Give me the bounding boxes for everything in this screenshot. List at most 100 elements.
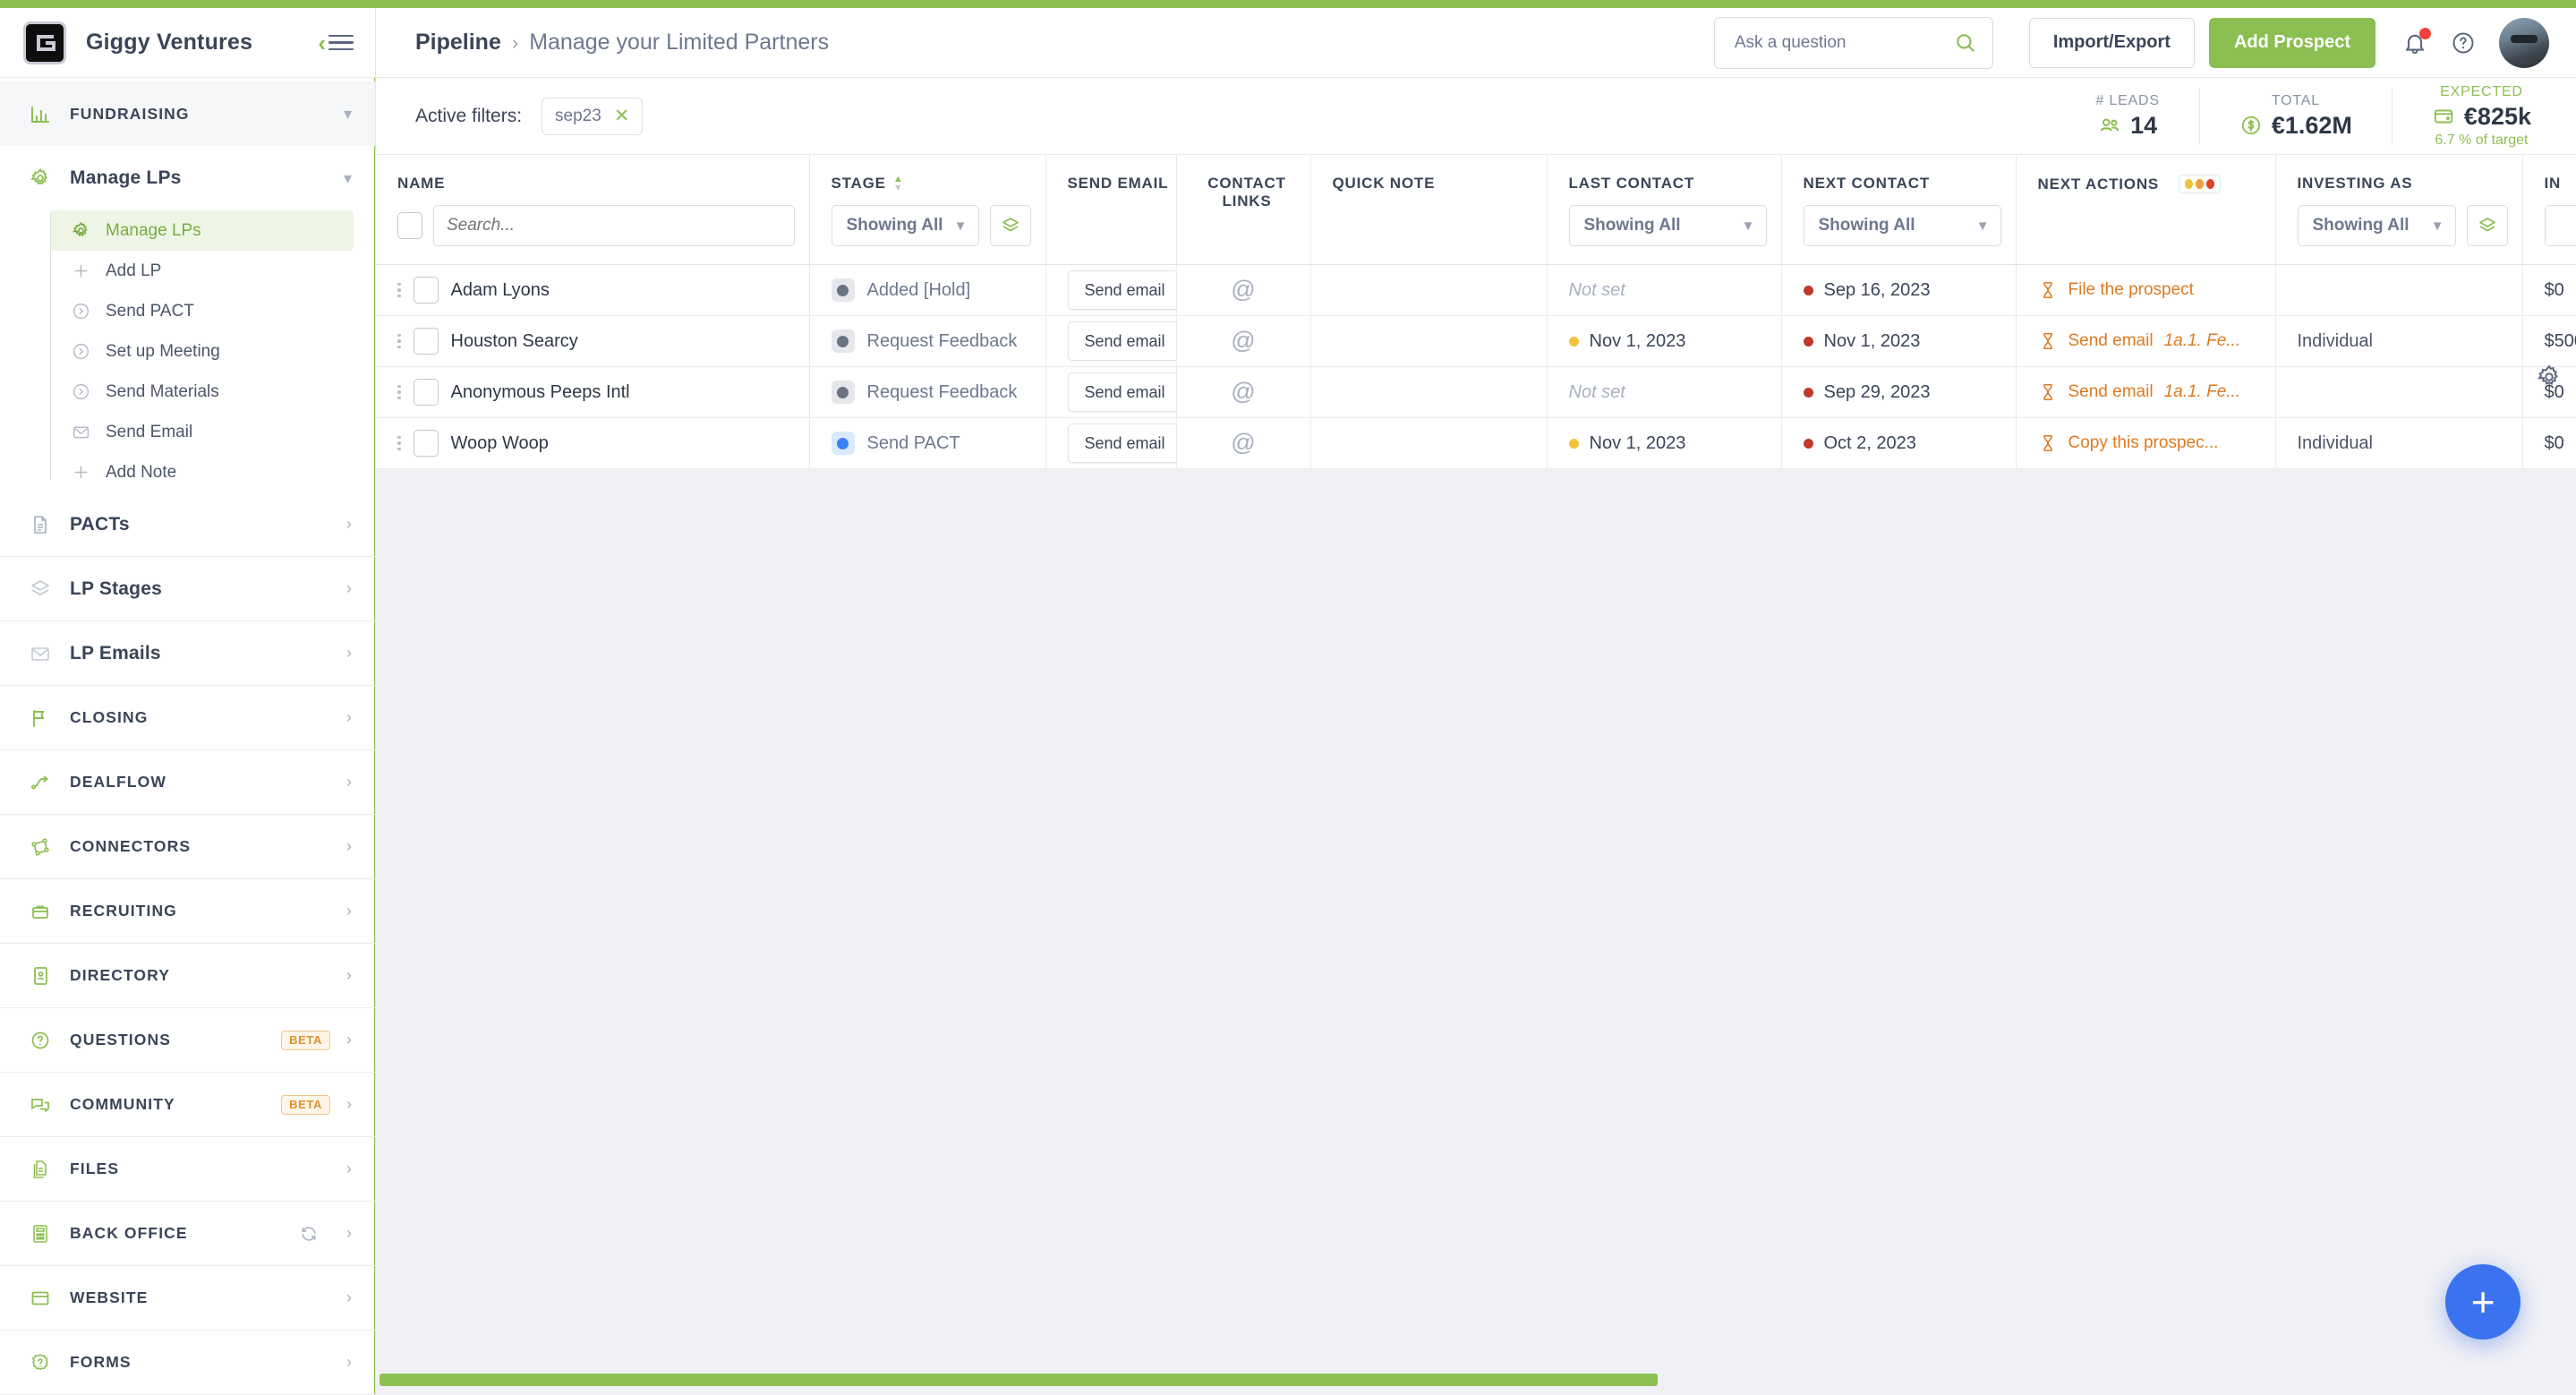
sidebar-item-recruiting[interactable]: RECRUITING › (0, 879, 375, 944)
cell-quick-note[interactable] (1310, 366, 1548, 418)
sidebar-subitem-add-lp[interactable]: Add LP (50, 251, 354, 291)
cell-last-contact[interactable]: Nov 1, 2023 (1547, 315, 1782, 367)
name-search-input[interactable] (433, 205, 795, 246)
sidebar-subitem-send-materials[interactable]: Send Materials (50, 372, 354, 412)
investing-as-layers-button[interactable] (2466, 205, 2508, 246)
sidebar-subitem-manage-lps[interactable]: Manage LPs (50, 210, 354, 251)
sidebar-scroll-area[interactable]: FUNDRAISING ▾ Manage LPs ▾ Manage LPs Ad… (0, 78, 375, 1395)
prospects-table-wrap[interactable]: NAME STAGE ▲▼ (376, 155, 2576, 1395)
cell-send-email[interactable]: Send email (1045, 264, 1177, 316)
investing-as-filter-select[interactable]: Showing All ▼ (2297, 205, 2456, 246)
cell-next-contact[interactable]: Sep 16, 2023 (1781, 264, 2017, 316)
cell-name[interactable]: Houston Searcy (376, 315, 810, 367)
cell-investing-as[interactable] (2275, 264, 2523, 316)
add-floating-action-button[interactable]: + (2445, 1264, 2521, 1339)
cell-next-actions[interactable]: Copy this prospec... (2016, 417, 2276, 469)
stage-filter-select[interactable]: Showing All ▼ (831, 205, 979, 246)
cell-investing-as[interactable]: Individual (2275, 417, 2523, 469)
sidebar-item-fundraising[interactable]: FUNDRAISING ▾ (0, 81, 375, 146)
search-input[interactable] (1734, 32, 1954, 53)
sidebar-subitem-send-pact[interactable]: Send PACT (50, 291, 354, 331)
table-settings-gear-icon[interactable] (2531, 359, 2567, 395)
at-icon[interactable]: @ (1231, 429, 1255, 456)
row-drag-handle-icon[interactable] (397, 384, 401, 400)
table-row[interactable]: Anonymous Peeps Intl Request Feedback Se… (376, 366, 2576, 418)
at-icon[interactable]: @ (1231, 378, 1255, 405)
sidebar-subitem-send-email[interactable]: Send Email (50, 412, 354, 452)
cell-investing-as[interactable] (2275, 366, 2523, 418)
invested-filter-select[interactable] (2544, 205, 2576, 246)
cell-name[interactable]: Woop Woop (376, 417, 810, 469)
at-icon[interactable]: @ (1231, 276, 1255, 303)
cell-quick-note[interactable] (1310, 315, 1548, 367)
table-row[interactable]: Adam Lyons Added [Hold] Send email @ Not… (376, 264, 2576, 316)
at-icon[interactable]: @ (1231, 327, 1255, 354)
row-drag-handle-icon[interactable] (397, 435, 401, 451)
cell-stage[interactable]: Added [Hold] (809, 264, 1046, 316)
sidebar-item-closing[interactable]: CLOSING › (0, 686, 375, 750)
cell-contact-links[interactable]: @ (1176, 315, 1311, 367)
cell-investing-as[interactable]: Individual (2275, 315, 2523, 367)
cell-name[interactable]: Anonymous Peeps Intl (376, 366, 810, 418)
bell-icon[interactable] (2402, 27, 2431, 56)
select-all-checkbox[interactable] (397, 212, 422, 239)
sidebar-item-pacts[interactable]: PACTs › (0, 492, 375, 557)
sidebar-item-questions[interactable]: QUESTIONS BETA › (0, 1008, 375, 1073)
avatar[interactable] (2499, 17, 2549, 68)
cell-send-email[interactable]: Send email (1045, 366, 1177, 418)
cell-stage[interactable]: Request Feedback (809, 315, 1046, 367)
cell-stage[interactable]: Send PACT (809, 417, 1046, 469)
sidebar-item-manage-lps[interactable]: Manage LPs ▾ (0, 146, 375, 210)
cell-send-email[interactable]: Send email (1045, 417, 1177, 469)
row-checkbox[interactable] (413, 277, 439, 304)
sidebar-item-files[interactable]: FILES › (0, 1137, 375, 1202)
sidebar-item-directory[interactable]: DIRECTORY › (0, 944, 375, 1008)
send-email-button[interactable]: Send email (1067, 270, 1175, 310)
sidebar-item-forms[interactable]: FORMS › (0, 1331, 375, 1395)
sidebar-subitem-add-note[interactable]: Add Note (50, 452, 354, 492)
cell-next-contact[interactable]: Oct 2, 2023 (1781, 417, 2017, 469)
send-email-button[interactable]: Send email (1067, 372, 1175, 412)
cell-stage[interactable]: Request Feedback (809, 366, 1046, 418)
row-checkbox[interactable] (413, 379, 439, 406)
cell-name[interactable]: Adam Lyons (376, 264, 810, 316)
next-contact-filter-select[interactable]: Showing All ▼ (1803, 205, 2001, 246)
close-icon[interactable]: ✕ (614, 107, 630, 125)
sidebar-collapse-button[interactable]: ‹ (318, 31, 354, 55)
cell-next-actions[interactable]: Send email 1a.1. Fe... (2016, 315, 2276, 367)
sidebar-item-dealflow[interactable]: DEALFLOW › (0, 750, 375, 815)
import-export-button[interactable]: Import/Export (2028, 17, 2195, 68)
send-email-button[interactable]: Send email (1067, 321, 1175, 361)
cell-next-contact[interactable]: Nov 1, 2023 (1781, 315, 2017, 367)
horizontal-scrollbar[interactable] (380, 1374, 1658, 1386)
row-drag-handle-icon[interactable] (397, 333, 401, 349)
cell-quick-note[interactable] (1310, 417, 1548, 469)
help-question-circle-icon[interactable] (2451, 30, 2476, 56)
add-prospect-button[interactable]: Add Prospect (2208, 17, 2376, 68)
sidebar-subitem-set-up-meeting[interactable]: Set up Meeting (50, 331, 354, 372)
ask-question-search[interactable] (1713, 16, 1993, 69)
cell-invested[interactable]: $0 (2522, 264, 2576, 316)
search-icon[interactable] (1954, 31, 1977, 55)
send-email-button[interactable]: Send email (1067, 424, 1175, 463)
stage-layers-button[interactable] (989, 205, 1031, 246)
sidebar-item-community[interactable]: COMMUNITY BETA › (0, 1073, 375, 1137)
table-row[interactable]: Houston Searcy Request Feedback Send ema… (376, 315, 2576, 367)
sort-ascending-icon[interactable]: ▲ ▼ (893, 174, 904, 193)
cell-invested[interactable]: $0 (2522, 417, 2576, 469)
row-checkbox[interactable] (413, 328, 439, 355)
cell-last-contact[interactable]: Not set (1547, 264, 1782, 316)
sidebar-item-connectors[interactable]: CONNECTORS › (0, 815, 375, 879)
cell-quick-note[interactable] (1310, 264, 1548, 316)
sidebar-item-lp-stages[interactable]: LP Stages › (0, 557, 375, 621)
cell-contact-links[interactable]: @ (1176, 264, 1311, 316)
last-contact-filter-select[interactable]: Showing All ▼ (1568, 205, 1767, 246)
cell-last-contact[interactable]: Nov 1, 2023 (1547, 417, 1782, 469)
row-drag-handle-icon[interactable] (397, 282, 401, 298)
cell-next-contact[interactable]: Sep 29, 2023 (1781, 366, 2017, 418)
sidebar-item-website[interactable]: WEBSITE › (0, 1266, 375, 1331)
sidebar-item-lp-emails[interactable]: LP Emails › (0, 621, 375, 686)
cell-next-actions[interactable]: Send email 1a.1. Fe... (2016, 366, 2276, 418)
refresh-icon[interactable] (300, 1225, 318, 1243)
cell-contact-links[interactable]: @ (1176, 366, 1311, 418)
